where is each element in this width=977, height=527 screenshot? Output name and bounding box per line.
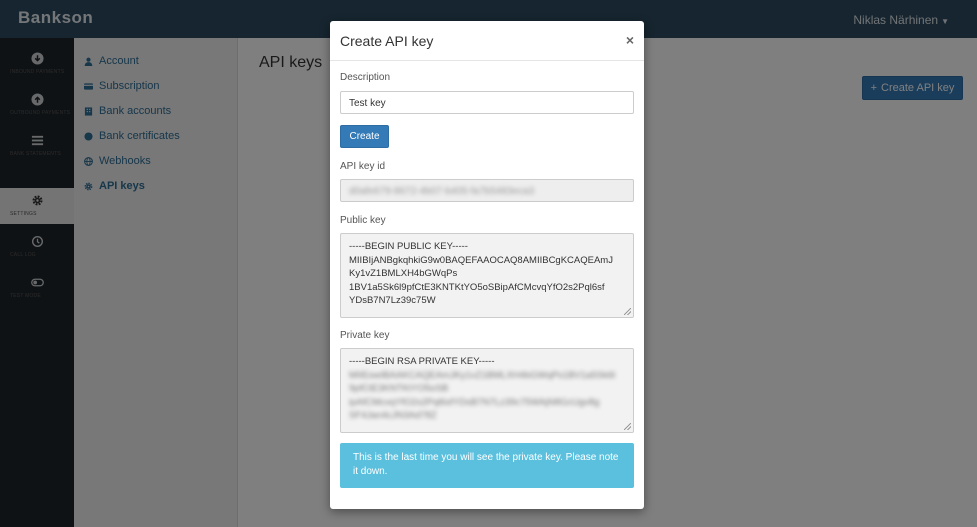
public-key-line: Ky1vZ1BMLXH4bGWqPs xyxy=(349,268,458,279)
resize-handle-icon[interactable] xyxy=(624,308,631,315)
public-key-textarea[interactable]: -----BEGIN PUBLIC KEY----- MIIBIjANBgkqh… xyxy=(340,233,634,318)
public-key-label: Public key xyxy=(340,215,386,226)
api-key-id-value: d0afe679-8672-4b07-b405-fa7b5483eca3 xyxy=(349,186,535,197)
description-label: Description xyxy=(340,72,391,83)
api-key-id-label: API key id xyxy=(340,161,386,172)
private-key-textarea[interactable]: -----BEGIN RSA PRIVATE KEY----- MIIEowIB… xyxy=(340,348,634,433)
resize-handle-icon[interactable] xyxy=(624,423,631,430)
description-input[interactable]: Test key xyxy=(340,91,634,114)
modal-header: Create API key × xyxy=(330,21,644,61)
private-key-line: ipAfCMcvqYfO2s2Pql6sfYDsB7N7Lz39c75WAjN8… xyxy=(349,396,600,408)
close-icon[interactable]: × xyxy=(626,32,634,48)
private-key-line: MIIEowIBAAKCAQEAmJKy1vZ1BMLXH4bGWqPs1BV1… xyxy=(349,369,616,381)
api-key-id-field[interactable]: d0afe679-8672-4b07-b405-fa7b5483eca3 xyxy=(340,179,634,202)
public-key-line: 1BV1a5Sk6l9pfCtE3KNTKtYO5oSBipAfCMcvqYfO… xyxy=(349,281,605,293)
private-key-header: -----BEGIN RSA PRIVATE KEY----- xyxy=(349,356,495,367)
public-key-line: YDsB7N7Lz39c75W xyxy=(349,295,436,306)
create-button[interactable]: Create xyxy=(340,125,389,148)
create-api-key-modal: Create API key × Description Test key Cr… xyxy=(330,21,644,509)
private-key-label: Private key xyxy=(340,330,390,341)
public-key-line: -----BEGIN PUBLIC KEY----- xyxy=(349,241,468,252)
private-key-line: SF4Jan4cJN3Ad78Z xyxy=(349,410,437,421)
private-key-line: 9pfCtE3KNTKtYO5oSB xyxy=(349,383,449,394)
modal-title: Create API key xyxy=(340,33,434,49)
public-key-line: MIIBIjANBgkqhkiG9w0BAQEFAAOCAQ8AMIIBCgKC… xyxy=(349,254,613,266)
private-key-warning: This is the last time you will see the p… xyxy=(340,443,634,488)
